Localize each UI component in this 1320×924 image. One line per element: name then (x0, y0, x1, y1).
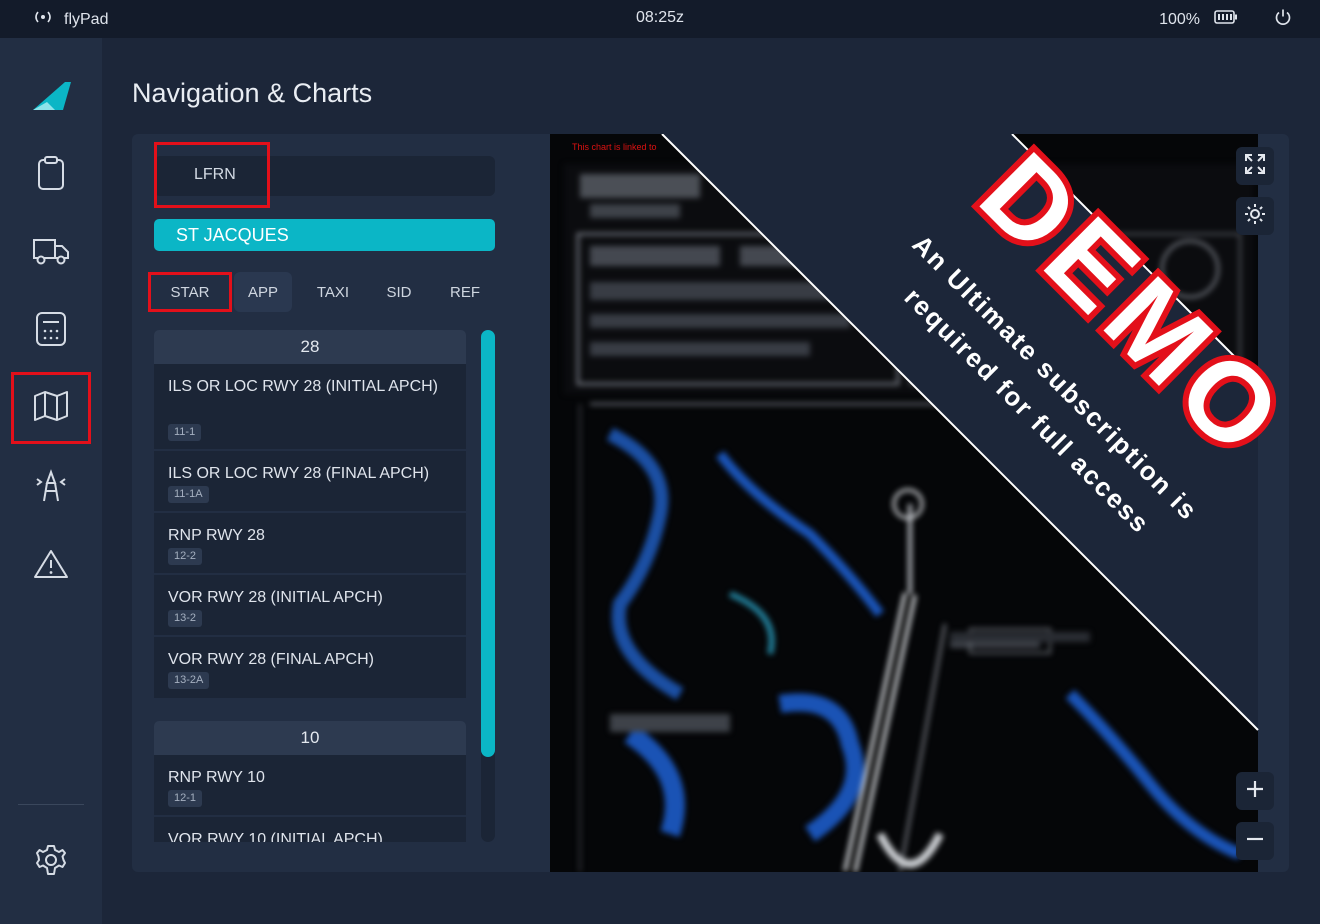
truck-icon (32, 236, 70, 271)
chart-name: RNP RWY 10 (168, 769, 265, 786)
sidebar-item-atc[interactable] (14, 454, 88, 522)
chart-code-badge: 11-1A (168, 486, 209, 503)
chart-name: VOR RWY 28 (FINAL APCH) (168, 651, 374, 668)
chart-code-badge: 12-2 (168, 548, 203, 565)
chart-name: RNP RWY 28 (168, 527, 265, 544)
sidebar-divider (18, 804, 84, 805)
gear-icon (34, 843, 68, 882)
warning-icon (33, 548, 69, 585)
chart-code-badge: 13-2A (168, 672, 210, 689)
scrollbar-thumb[interactable] (481, 330, 495, 757)
chart-list-item[interactable]: VOR RWY 28 (FINAL APCH) 13-2A (154, 637, 466, 698)
chart-code-badge: 12-1 (168, 790, 203, 807)
navigation-panel: ST JACQUES STAR APP TAXI SID REF 28 ILS … (132, 134, 517, 872)
battery-percent: 100% (1159, 10, 1200, 28)
chart-name: VOR RWY 28 (INITIAL APCH) (168, 589, 383, 606)
power-icon[interactable] (1274, 8, 1292, 31)
sidebar-item-failures[interactable] (14, 532, 88, 600)
chart-code-badge: 11-1 (168, 424, 202, 441)
chart-name: ILS OR LOC RWY 28 (INITIAL APCH) (168, 378, 438, 395)
runway-group-header: 10 (154, 721, 466, 755)
sidebar (0, 38, 102, 924)
tower-icon (33, 468, 69, 508)
chart-list-item[interactable]: VOR RWY 28 (INITIAL APCH) 13-2 (154, 575, 466, 635)
chart-image[interactable]: This chart is linked to (550, 134, 1258, 872)
chart-list-item[interactable]: RNP RWY 10 12-1 (154, 755, 466, 815)
chart-viewer[interactable]: This chart is linked to DEMO An Ultimate… (517, 134, 1289, 872)
flybywire-logo-icon[interactable] (14, 62, 88, 130)
tab-sid[interactable]: SID (372, 272, 426, 312)
calculator-icon (35, 311, 67, 352)
status-right: 100% (1159, 8, 1292, 31)
sun-icon (1244, 203, 1266, 230)
zoom-in-button[interactable] (1236, 772, 1274, 810)
icao-field-container (154, 142, 495, 208)
brightness-button[interactable] (1236, 197, 1274, 235)
chart-code-badge: 13-2 (168, 610, 203, 627)
sidebar-item-navigation[interactable] (11, 372, 91, 444)
chart-link-note: This chart is linked to (572, 142, 657, 152)
sidebar-item-performance[interactable] (14, 297, 88, 365)
chart-list-item[interactable]: ILS OR LOC RWY 28 (FINAL APCH) 11-1A (154, 451, 466, 511)
chart-list-item[interactable]: ILS OR LOC RWY 28 (INITIAL APCH) 11-1 (154, 364, 466, 449)
battery-icon (1214, 10, 1238, 29)
chart-type-tabs: STAR APP TAXI SID REF (148, 272, 495, 312)
tab-app[interactable]: APP (234, 272, 292, 312)
tab-star[interactable]: STAR (148, 272, 232, 312)
page-title: Navigation & Charts (132, 78, 373, 108)
tab-ref[interactable]: REF (438, 272, 492, 312)
chart-name: VOR RWY 10 (INITIAL APCH) (168, 831, 383, 842)
map-icon (33, 390, 69, 427)
tab-taxi[interactable]: TAXI (304, 272, 362, 312)
chart-list-item[interactable]: RNP RWY 28 12-2 (154, 513, 466, 573)
chart-list: 28 ILS OR LOC RWY 28 (INITIAL APCH) 11-1… (154, 330, 466, 842)
minus-icon (1245, 829, 1265, 854)
clipboard-icon (36, 155, 66, 196)
chart-list-scrollbar[interactable] (481, 330, 495, 842)
blurred-chart-content (550, 134, 1258, 872)
sidebar-item-ground[interactable] (14, 219, 88, 287)
airport-name-bar: ST JACQUES (154, 219, 495, 251)
sidebar-item-dispatch[interactable] (14, 141, 88, 209)
runway-group-header: 28 (154, 330, 466, 364)
plus-icon (1245, 779, 1265, 804)
fullscreen-button[interactable] (1236, 147, 1274, 185)
zoom-out-button[interactable] (1236, 822, 1274, 860)
chart-name: ILS OR LOC RWY 28 (FINAL APCH) (168, 465, 430, 482)
expand-icon (1244, 153, 1266, 180)
sidebar-item-settings[interactable] (14, 828, 88, 896)
status-bar: flyPad 08:25z 100% (0, 0, 1320, 38)
icao-highlight-box (154, 142, 270, 208)
clock: 08:25z (635, 9, 685, 26)
chart-list-item[interactable]: VOR RWY 10 (INITIAL APCH) (154, 817, 466, 842)
